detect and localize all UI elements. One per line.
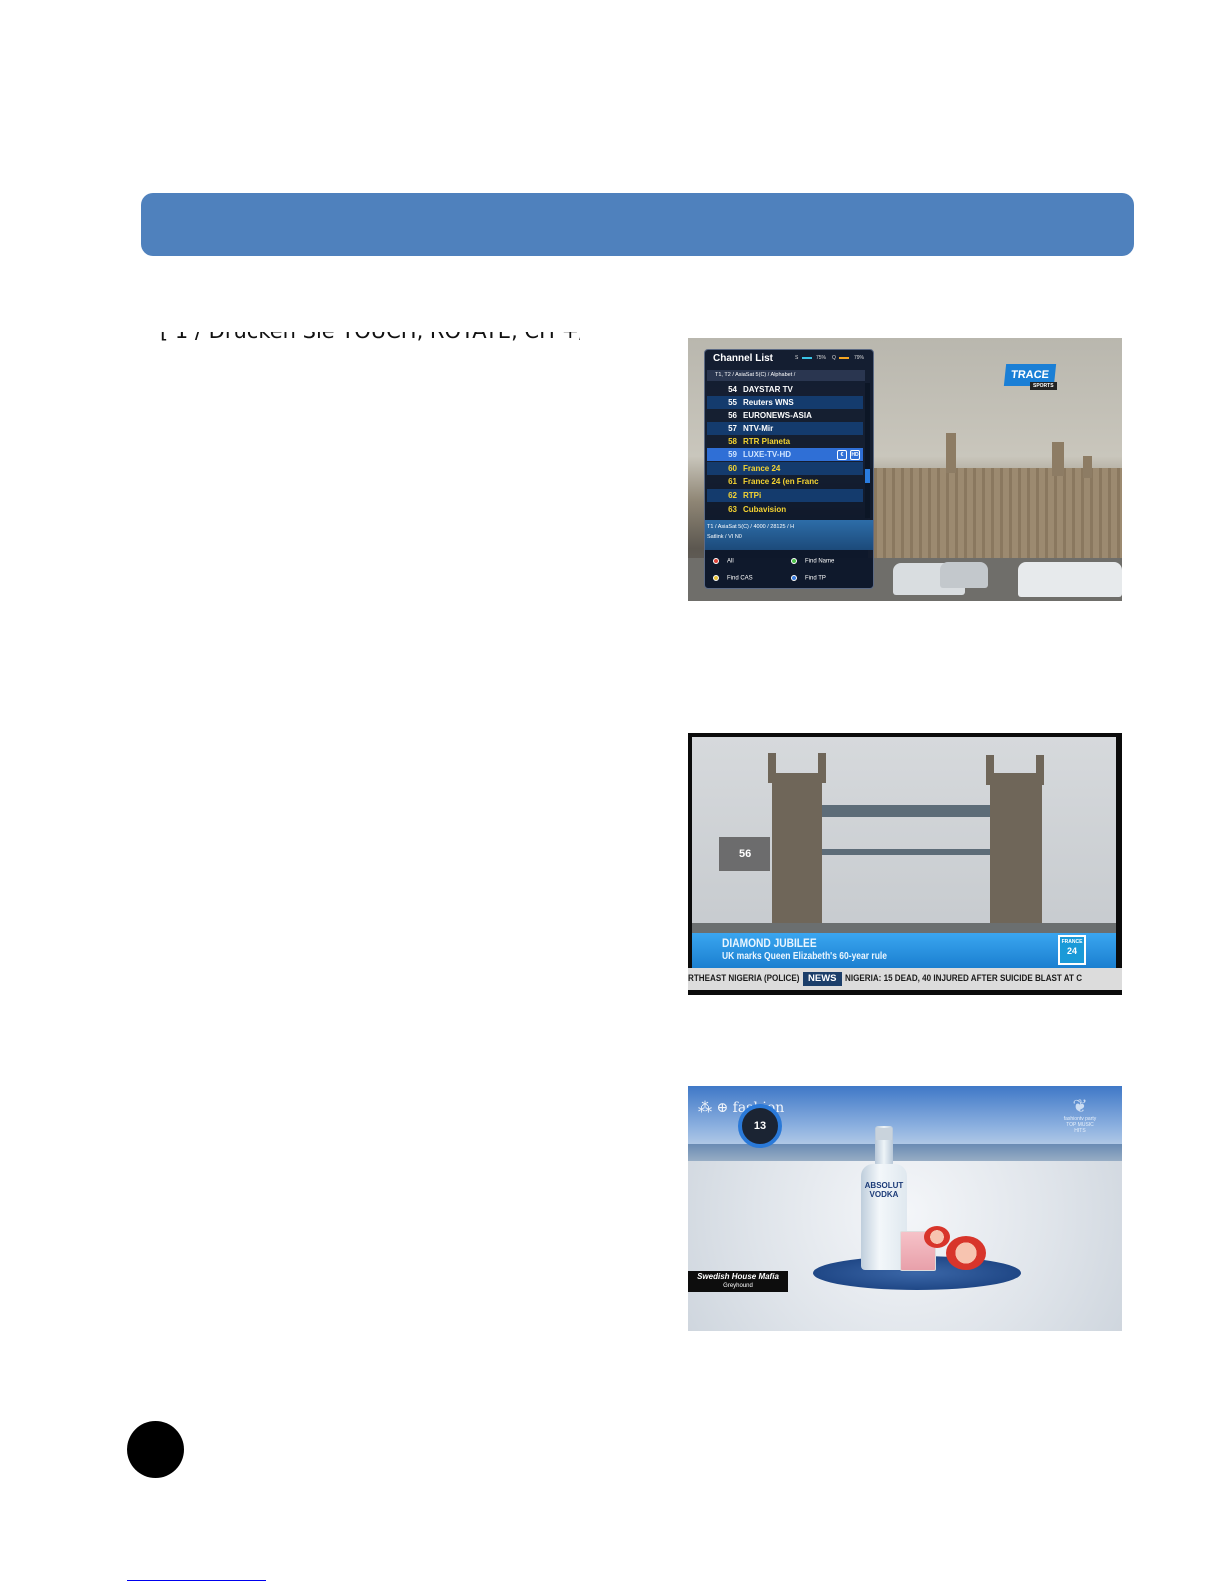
section-header-banner — [141, 193, 1134, 256]
france24-logo: FRANCE 24 — [1058, 935, 1086, 965]
red-key-icon — [713, 558, 719, 564]
panel-title: Channel List — [713, 353, 774, 364]
channel-row[interactable]: 60 France 24 — [707, 462, 863, 475]
news-subheadline: UK marks Queen Elizabeth's 60-year rule — [722, 951, 888, 962]
channel-row[interactable]: 58 RTR Planeta — [707, 435, 863, 448]
news-channel-screenshot: 56 DIAMOND JUBILEE UK marks Queen Elizab… — [688, 733, 1122, 995]
find-name-button[interactable]: Find Name — [791, 558, 834, 565]
volume-indicator: 13 — [738, 1104, 782, 1148]
now-playing-box: Swedish House Mafia Greyhound — [688, 1271, 788, 1292]
page-number-circle — [127, 1421, 184, 1478]
song-artist: Swedish House Mafia — [697, 1272, 779, 1281]
wings-logo-icon: ❦ fashiontv party TOP MUSIC HITS — [1063, 1096, 1097, 1134]
channel-row[interactable]: 56 EURONEWS-ASIA — [707, 409, 863, 422]
yellow-key-icon — [713, 575, 719, 581]
channel-row-selected[interactable]: 59 LUXE-TV-HD € HD — [707, 448, 863, 461]
channel-row[interactable]: 57 NTV-Mir — [707, 422, 863, 435]
channel-row[interactable]: 54 DAYSTAR TV — [707, 383, 863, 396]
green-key-icon — [791, 558, 797, 564]
channel-scrollbar[interactable] — [865, 383, 870, 518]
signal-s-value: 75% — [816, 355, 827, 361]
trace-sports-sub: SPORTS — [1030, 382, 1057, 390]
signal-s-bar — [802, 357, 812, 359]
find-cas-button[interactable]: Find CAS — [713, 575, 753, 582]
find-tp-button[interactable]: Find TP — [791, 575, 826, 582]
channel-row[interactable]: 62 RTPi — [707, 489, 863, 502]
news-headline: DIAMOND JUBILEE — [722, 936, 817, 950]
signal-q-label: Q — [832, 355, 836, 361]
transponder-info: T1 / AsiaSat 5(C) / 4000 / 28125 / H Sat… — [705, 520, 873, 550]
channel-number-osd: 56 — [719, 837, 770, 871]
signal-s-label: S — [795, 355, 799, 361]
channel-row[interactable]: 61 France 24 (en Franc — [707, 475, 863, 488]
channel-row[interactable]: 63 Cubavision — [707, 503, 863, 516]
scrambled-badge: € — [837, 450, 847, 460]
signal-q-value: 79% — [854, 355, 865, 361]
tp-info-line1: T1 / AsiaSat 5(C) / 4000 / 28125 / H — [707, 524, 795, 530]
signal-q-bar — [839, 357, 849, 359]
footer-link-underline — [127, 1580, 266, 1581]
channel-path: T1, T2 / AsiaSat 5(C) / Alphabet / — [707, 370, 865, 381]
hd-badge: HD — [850, 450, 860, 460]
scroll-thumb[interactable] — [865, 469, 870, 483]
news-ticker: RTHEAST NIGERIA (POLICE) NEWS NIGERIA: 1… — [688, 968, 1122, 990]
news-tag: NEWS — [803, 972, 842, 986]
all-button[interactable]: All — [713, 558, 734, 565]
blue-key-icon — [791, 575, 797, 581]
music-channel-screenshot: ABSOLUT VODKA ⁂ ⊕ fashion 13 ❦ fashiontv … — [688, 1086, 1122, 1331]
news-lower-third: DIAMOND JUBILEE UK marks Queen Elizabeth… — [692, 933, 1116, 968]
bottle-label: ABSOLUT VODKA — [864, 1181, 904, 1199]
channel-row[interactable]: 55 Reuters WNS — [707, 396, 863, 409]
channel-list-panel: Channel List S 75% Q 79% T1, T2 / AsiaSa… — [704, 349, 874, 589]
song-title: Greyhound — [723, 1283, 753, 1289]
tp-info-line2: Satlink / VI N0 — [707, 534, 742, 540]
instruction-text: [ 1 / Drücken Sie TOUCH, ROTATE, CH +/- … — [160, 332, 580, 354]
channel-list-screenshot: TRACE SPORTS Channel List S 75% Q 79% T1… — [688, 338, 1122, 601]
